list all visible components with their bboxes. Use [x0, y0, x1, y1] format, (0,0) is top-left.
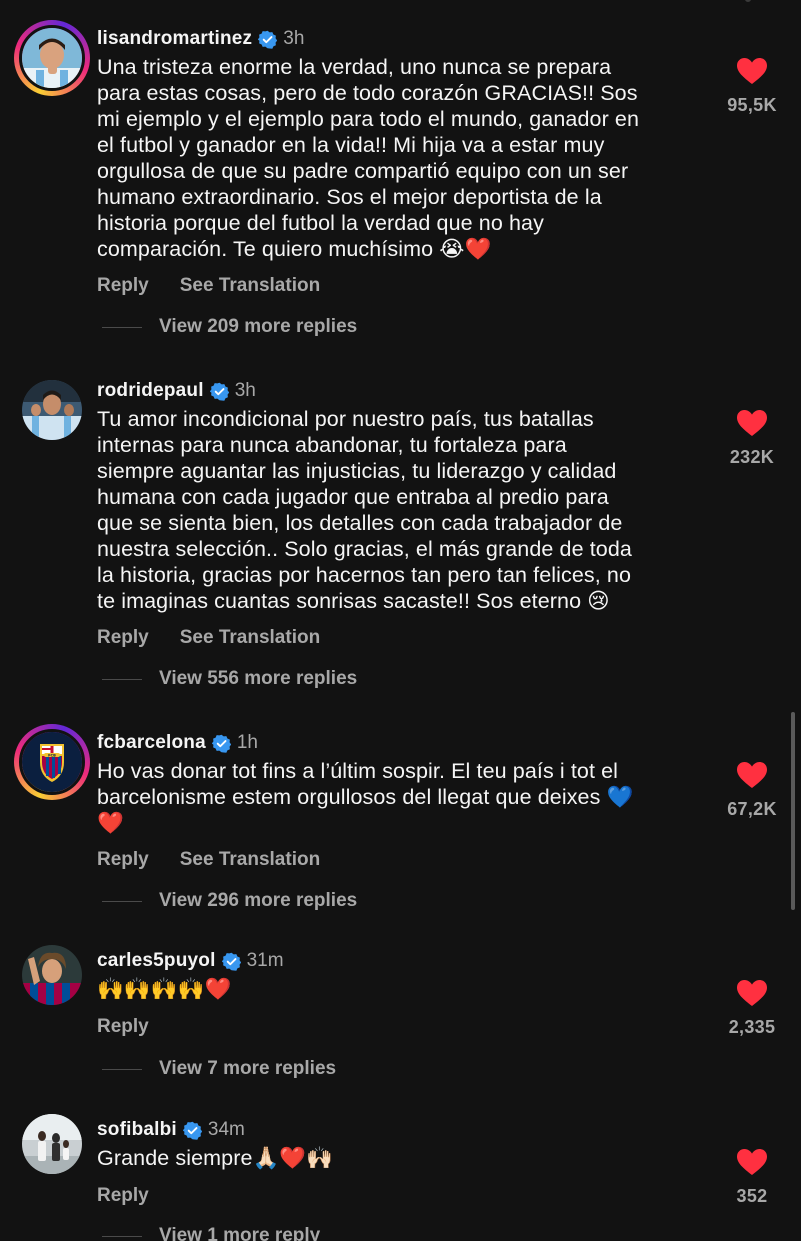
heart-filled-icon[interactable] — [736, 1148, 768, 1176]
avatar[interactable] — [22, 945, 82, 1005]
heart-filled-icon[interactable] — [736, 57, 768, 85]
view-more-replies-label: View 1 more reply — [159, 1225, 321, 1241]
verified-badge-icon — [209, 382, 229, 401]
like-control[interactable]: 352 — [721, 1148, 783, 1207]
replies-divider — [102, 1235, 142, 1237]
view-more-replies-button[interactable]: View 7 more replies — [102, 1058, 336, 1080]
comment-header: carles5puyol 31m — [97, 947, 284, 975]
comments-feed: lisandromartinez 3h Una tristeza enorme … — [0, 0, 801, 1241]
username-link[interactable]: rodridepaul — [97, 380, 204, 402]
like-count: 232K — [729, 447, 775, 467]
verified-badge-icon — [221, 952, 241, 971]
like-count: 2,335 — [728, 1017, 776, 1037]
like-count: 352 — [736, 1186, 768, 1206]
heart-filled-icon[interactable] — [736, 409, 768, 437]
reply-button[interactable]: Reply — [97, 1016, 149, 1038]
comment-time: 1h — [236, 732, 258, 753]
view-more-replies-label: View 209 more replies — [159, 316, 358, 337]
username-link[interactable]: lisandromartinez — [97, 28, 252, 50]
comment-text: Tu amor incondicional por nuestro país, … — [97, 407, 632, 613]
avatar[interactable] — [14, 20, 90, 96]
replies-divider — [102, 1068, 142, 1070]
verified-badge-icon — [211, 734, 231, 753]
replies-divider — [102, 678, 142, 680]
avatar[interactable] — [22, 380, 82, 440]
avatar-image — [22, 1114, 82, 1174]
avatar[interactable] — [22, 1114, 82, 1174]
username-link[interactable]: carles5puyol — [97, 950, 216, 972]
comment-header: lisandromartinez 3h — [97, 25, 304, 53]
view-more-replies-button[interactable]: View 296 more replies — [102, 890, 357, 912]
avatar-image — [22, 380, 82, 440]
verified-badge-icon — [182, 1121, 202, 1140]
comment-text: Ho vas donar tot fins a l’últim sospir. … — [97, 759, 634, 835]
comment-actions: Reply See Translation — [97, 275, 320, 297]
heart-filled-icon[interactable] — [736, 761, 768, 789]
comment-time: 3h — [234, 380, 256, 401]
view-more-replies-label: View 296 more replies — [159, 890, 358, 911]
fcb-crest-icon: FCB — [22, 732, 82, 792]
scroll-indicator-dot — [745, 0, 751, 2]
like-count: 67,2K — [727, 799, 777, 819]
comment-header: fcbarcelona 1h — [97, 729, 258, 757]
reply-button[interactable]: Reply — [97, 627, 149, 649]
see-translation-button[interactable]: See Translation — [180, 275, 320, 297]
comment-time: 3h — [283, 28, 305, 49]
svg-text:FCB: FCB — [48, 754, 56, 758]
comment-time: 34m — [207, 1119, 245, 1140]
view-more-replies-label: View 556 more replies — [159, 668, 358, 689]
like-control[interactable]: 2,335 — [721, 979, 783, 1038]
see-translation-button[interactable]: See Translation — [180, 849, 320, 871]
comment-header: rodridepaul 3h — [97, 377, 256, 405]
heart-filled-icon[interactable] — [736, 979, 768, 1007]
view-more-replies-button[interactable]: View 1 more reply — [102, 1225, 320, 1241]
reply-button[interactable]: Reply — [97, 849, 149, 871]
avatar-image — [22, 28, 82, 88]
comment-actions: Reply — [97, 1185, 149, 1207]
comment-time: 31m — [246, 950, 284, 971]
reply-button[interactable]: Reply — [97, 275, 149, 297]
avatar-image — [22, 945, 82, 1005]
view-more-replies-button[interactable]: View 209 more replies — [102, 316, 357, 338]
scrollbar[interactable] — [791, 712, 795, 910]
comment-actions: Reply See Translation — [97, 849, 320, 871]
like-control[interactable]: 95,5K — [721, 57, 783, 116]
view-more-replies-button[interactable]: View 556 more replies — [102, 668, 357, 690]
username-link[interactable]: fcbarcelona — [97, 732, 206, 754]
verified-badge-icon — [258, 30, 278, 49]
comment-actions: Reply See Translation — [97, 627, 320, 649]
like-control[interactable]: 232K — [721, 409, 783, 468]
replies-divider — [102, 900, 142, 902]
see-translation-button[interactable]: See Translation — [180, 627, 320, 649]
avatar[interactable]: FCB — [14, 724, 90, 800]
reply-button[interactable]: Reply — [97, 1185, 149, 1207]
comment-text: 🙌🙌🙌🙌❤️ — [97, 977, 232, 1001]
comment-text: Grande siempre🙏🏻❤️🙌🏻 — [97, 1146, 334, 1170]
like-count: 95,5K — [727, 95, 777, 115]
replies-divider — [102, 326, 142, 328]
username-link[interactable]: sofibalbi — [97, 1119, 177, 1141]
comment-text: Una tristeza enorme la verdad, uno nunca… — [97, 55, 640, 261]
view-more-replies-label: View 7 more replies — [159, 1058, 337, 1079]
comment-actions: Reply — [97, 1016, 149, 1038]
like-control[interactable]: 67,2K — [721, 761, 783, 820]
comment-header: sofibalbi 34m — [97, 1116, 245, 1144]
